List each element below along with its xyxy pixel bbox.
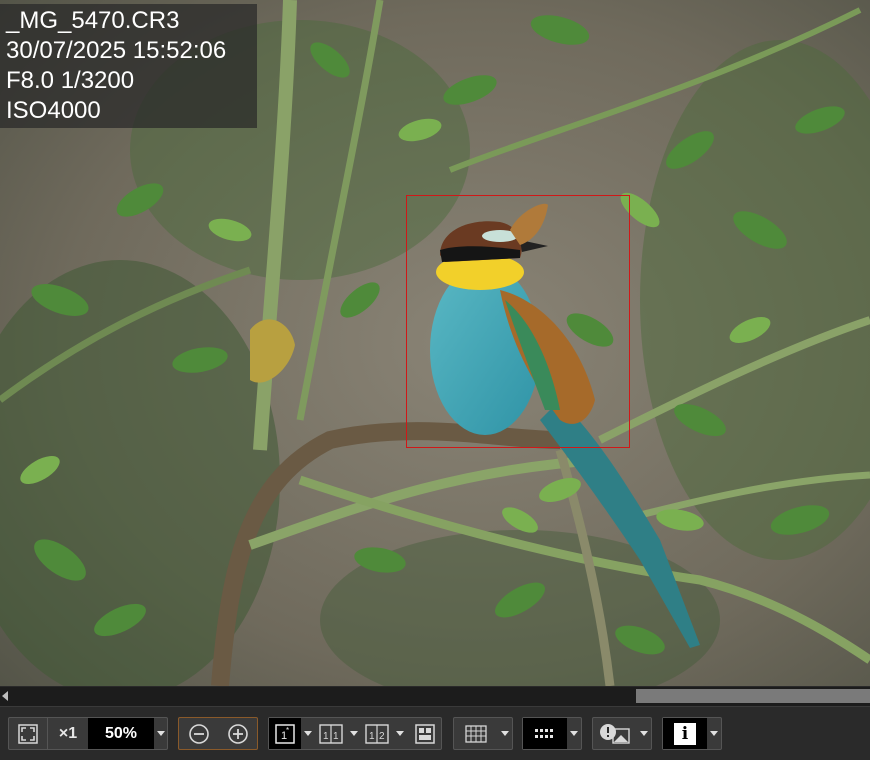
dual-view-dropdown-icon[interactable] (347, 718, 361, 749)
svg-text:2: 2 (379, 731, 385, 742)
svg-text:1: 1 (369, 731, 375, 742)
photo-info-overlay: _MG_5470.CR3 30/07/2025 15:52:06 F8.0 1/… (0, 4, 257, 128)
photo-iso: ISO4000 (6, 97, 101, 124)
svg-text:1: 1 (323, 731, 329, 742)
single-view-icon: 1 * (275, 723, 295, 744)
viewer-toolbar: ×1 50% 1 * 1 1 1 2 i (0, 706, 870, 760)
info-icon: i (674, 722, 696, 745)
grid-icon (465, 724, 487, 743)
compare-view-dropdown-icon[interactable] (393, 718, 407, 749)
single-view-button[interactable]: 1 * (269, 718, 301, 749)
zoom-in-icon (227, 723, 248, 744)
photo-datetime: 30/07/2025 15:52:06 (6, 37, 227, 64)
zoom-out-button[interactable] (179, 718, 218, 749)
info-group: i (662, 717, 722, 750)
af-points-button[interactable] (523, 718, 567, 749)
zoom-value-field[interactable]: 50% (88, 718, 154, 749)
image-viewer[interactable]: _MG_5470.CR3 30/07/2025 15:52:06 F8.0 1/… (0, 0, 870, 686)
svg-text:1: 1 (333, 731, 339, 742)
info-dropdown-icon[interactable] (707, 718, 721, 749)
af-points-dropdown-icon[interactable] (567, 718, 581, 749)
af-point-frame (406, 195, 630, 448)
highlight-warning-dropdown-icon[interactable] (637, 718, 651, 749)
dual-view-icon: 1 1 (319, 723, 343, 744)
fit-to-screen-button[interactable] (9, 718, 47, 749)
photo-filename: _MG_5470.CR3 (6, 7, 180, 34)
photo-exposure: F8.0 1/3200 (6, 67, 135, 94)
split-view-icon (415, 723, 435, 744)
zoom-step-group (178, 717, 258, 750)
grid-dropdown-icon[interactable] (498, 718, 512, 749)
dual-view-button[interactable]: 1 1 (315, 718, 347, 749)
grid-group (453, 717, 513, 750)
af-points-group (522, 717, 582, 750)
horizontal-scrollbar[interactable] (0, 686, 870, 706)
compare-view-button[interactable]: 1 2 (361, 718, 393, 749)
view-mode-group: 1 * 1 1 1 2 (268, 717, 442, 750)
split-view-button[interactable] (409, 718, 441, 749)
zoom-group: ×1 50% (8, 717, 168, 750)
compare-view-icon: 1 2 (365, 723, 389, 744)
info-button[interactable]: i (663, 718, 707, 749)
af-points-icon (535, 728, 553, 738)
zoom-dropdown-arrow-icon[interactable] (154, 718, 168, 749)
grid-button[interactable] (454, 718, 498, 749)
svg-text:*: * (286, 726, 289, 735)
highlight-warning-button[interactable] (593, 718, 637, 749)
zoom-1x-button[interactable]: ×1 (48, 718, 88, 749)
info-label: i (681, 723, 689, 744)
scrollbar-thumb[interactable] (636, 689, 870, 703)
fit-to-screen-icon (18, 723, 38, 744)
zoom-in-button[interactable] (218, 718, 257, 749)
single-view-dropdown-icon[interactable] (301, 718, 315, 749)
scroll-left-arrow-icon[interactable] (2, 691, 8, 701)
highlight-warning-icon (600, 723, 630, 744)
zoom-out-icon (188, 723, 209, 744)
highlight-warning-group (592, 717, 652, 750)
